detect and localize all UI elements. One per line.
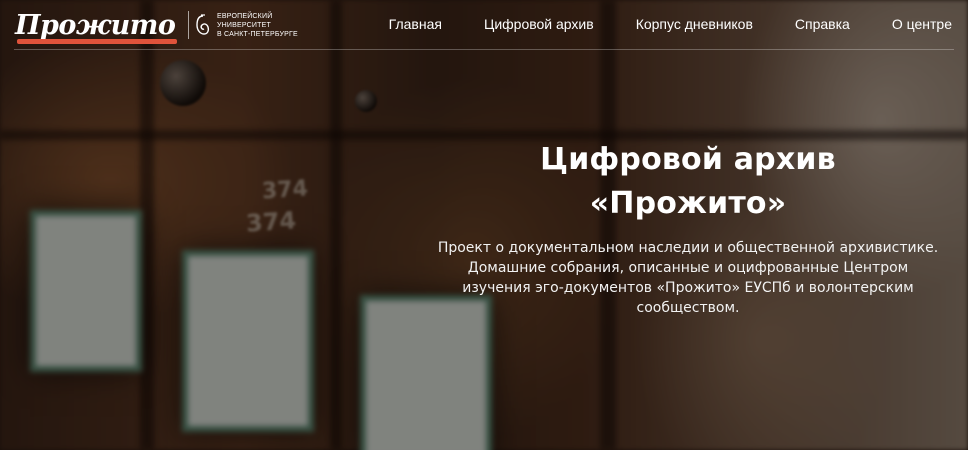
eusp-text-line: в Санкт-Петербурге xyxy=(217,30,298,38)
eusp-text-line: Европейский xyxy=(217,12,273,20)
eusp-logo[interactable]: Европейский университет в Санкт-Петербур… xyxy=(188,10,298,40)
nav-item-about[interactable]: О центре xyxy=(892,16,952,32)
nav-item-help[interactable]: Справка xyxy=(795,16,850,32)
nav-item-diary-corpus[interactable]: Корпус дневников xyxy=(636,16,753,32)
hero-title: Цифровой архив «Прожито» xyxy=(418,138,958,226)
eusp-text-line: университет xyxy=(217,21,271,29)
logo-wordmark: Прожито xyxy=(15,9,176,41)
hero-content: Цифровой архив «Прожито» Проект о докуме… xyxy=(418,138,958,318)
nav-item-home[interactable]: Главная xyxy=(389,16,442,32)
hero-section: 374 374 Прожито Европейский университет … xyxy=(0,0,968,450)
header-divider xyxy=(14,49,954,50)
logo-underline xyxy=(17,38,178,44)
eusp-text: Европейский университет в Санкт-Петербур… xyxy=(217,12,298,39)
nav-item-digital-archive[interactable]: Цифровой архив xyxy=(484,16,594,32)
hero-description: Проект о документальном наследии и общес… xyxy=(437,240,939,316)
main-nav: Главная Цифровой архив Корпус дневников … xyxy=(389,16,952,32)
logo-text: Прожито xyxy=(15,9,178,44)
logo-divider xyxy=(188,11,189,39)
site-header: Прожито Европейский университет в Санкт-… xyxy=(0,0,968,50)
hero-title-line: «Прожито» xyxy=(589,186,787,221)
hero-title-line: Цифровой архив xyxy=(540,142,836,177)
prozhito-logo[interactable]: Прожито xyxy=(15,8,178,44)
eusp-spiral-icon xyxy=(196,14,210,35)
